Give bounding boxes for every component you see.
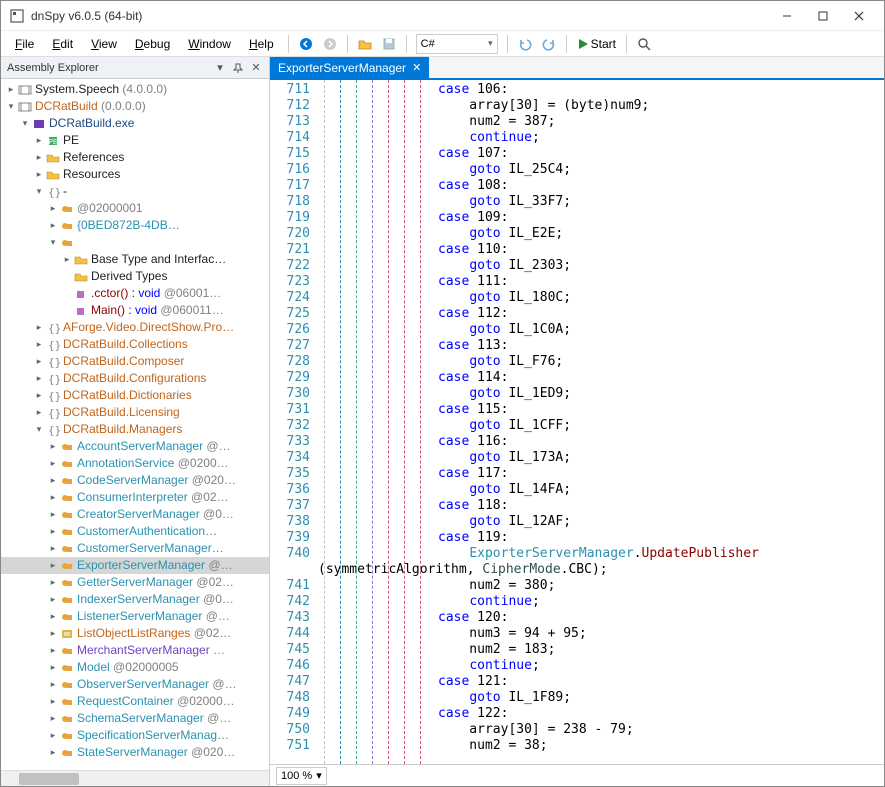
menu-bar: File Edit View Debug Window Help C# ▾ St… [1,31,884,57]
svg-text:{}: {} [48,322,60,334]
language-combo[interactable]: C# ▾ [416,34,498,54]
tree-item-r26[interactable]: ▸CustomerAuthentication… [1,523,269,540]
tree-item-r29[interactable]: ▸GetterServerManager @02… [1,574,269,591]
tree-item-ns-root[interactable]: ▾{}- [1,183,269,200]
panel-header: Assembly Explorer ▾ ✕ [1,57,269,79]
tree-item-r22[interactable]: ▸AnnotationService @0200… [1,455,269,472]
tree-item-dcratbuild[interactable]: ▾DCRatBuild (0.0.0.0) [1,98,269,115]
svg-text:{}: {} [48,339,60,351]
menu-window[interactable]: Window [180,34,239,54]
menu-debug[interactable]: Debug [127,34,178,54]
svg-text:{}: {} [48,390,60,402]
tree-item-r18[interactable]: ▸{}DCRatBuild.Dictionaries [1,387,269,404]
tree-item-r37[interactable]: ▸SchemaServerManager @… [1,710,269,727]
assembly-tree[interactable]: ▸System.Speech (4.0.0.0)▾DCRatBuild (0.0… [1,79,269,770]
tree-item-r39[interactable]: ▸StateServerManager @020… [1,744,269,761]
tree-item-references[interactable]: ▸References [1,149,269,166]
svg-text:{}: {} [48,424,60,436]
tree-item-r24[interactable]: ▸ConsumerInterpreter @02… [1,489,269,506]
tree-item-resources[interactable]: ▸Resources [1,166,269,183]
tree-item-r30[interactable]: ▸IndexerServerManager @0… [1,591,269,608]
chevron-down-icon: ▾ [488,38,493,49]
tree-item-pe[interactable]: ▸PEPE [1,132,269,149]
tree-item-r16[interactable]: ▸{}DCRatBuild.Composer [1,353,269,370]
menu-help[interactable]: Help [241,34,282,54]
svg-text:{}: {} [48,186,60,198]
nav-back-button[interactable] [295,33,317,55]
tree-item-r23[interactable]: ▸CodeServerManager @020… [1,472,269,489]
window-title: dnSpy v6.0.5 (64-bit) [31,9,770,23]
panel-close-icon[interactable]: ✕ [249,61,263,75]
code-text: case 106: array[30] = (byte)num9; num2 =… [438,80,884,764]
tree-item-r25[interactable]: ▸CreatorServerManager @0… [1,506,269,523]
pin-icon[interactable] [231,61,245,75]
svg-text:{}: {} [48,373,60,385]
svg-text:PE: PE [48,139,58,146]
zoom-value: 100 % [281,770,312,782]
svg-text:{}: {} [48,407,60,419]
panel-title: Assembly Explorer [7,62,99,74]
language-value: C# [421,38,435,50]
redo-button[interactable] [538,33,560,55]
tree-item-r17[interactable]: ▸{}DCRatBuild.Configurations [1,370,269,387]
tree-item-r14[interactable]: ▸{}AForge.Video.DirectShow.Pro… [1,319,269,336]
search-button[interactable] [633,33,655,55]
tab-label: ExporterServerManager [278,61,406,75]
tab-exporterservermanager[interactable]: ExporterServerManager ✕ [270,57,429,78]
tree-item-r19[interactable]: ▸{}DCRatBuild.Licensing [1,404,269,421]
panel-menu-icon[interactable]: ▾ [213,61,227,75]
menu-view[interactable]: View [83,34,125,54]
tree-item-main[interactable]: Main() : void @060011… [1,302,269,319]
close-button[interactable] [842,4,876,28]
play-icon [577,38,589,50]
horizontal-scrollbar[interactable] [1,770,269,786]
code-area[interactable]: 7117127137147157167177187197207217227237… [270,80,884,764]
tab-close-icon[interactable]: ✕ [412,61,421,74]
tree-item-r33[interactable]: ▸MerchantServerManager … [1,642,269,659]
tree-item-module2[interactable]: ▸{0BED872B-4DB… [1,217,269,234]
zoom-combo[interactable]: 100 % ▾ [276,767,327,785]
status-bar: 100 % ▾ [270,764,884,786]
start-button[interactable]: Start [573,33,620,55]
tree-item-r31[interactable]: ▸ListenerServerManager @… [1,608,269,625]
tree-item-r21[interactable]: ▸AccountServerManager @… [1,438,269,455]
undo-button[interactable] [514,33,536,55]
chevron-down-icon: ▾ [316,769,322,782]
title-bar: dnSpy v6.0.5 (64-bit) [1,1,884,31]
tree-item-r34[interactable]: ▸Model @02000005 [1,659,269,676]
minimize-button[interactable] [770,4,804,28]
tree-item-managers[interactable]: ▾{}DCRatBuild.Managers [1,421,269,438]
tree-item-r35[interactable]: ▸ObserverServerManager @… [1,676,269,693]
tree-item-privimpl[interactable]: ▾ [1,234,269,251]
app-icon [9,8,25,24]
tree-item-exe[interactable]: ▾DCRatBuild.exe [1,115,269,132]
tree-item-module1[interactable]: ▸ @02000001 [1,200,269,217]
indent-guides [318,80,438,764]
save-button[interactable] [378,33,400,55]
maximize-button[interactable] [806,4,840,28]
line-gutter: 7117127137147157167177187197207217227237… [270,80,318,764]
tree-item-r38[interactable]: ▸SpecificationServerManag… [1,727,269,744]
tree-item-cctor[interactable]: .cctor() : void @06001… [1,285,269,302]
tree-item-derived[interactable]: Derived Types [1,268,269,285]
code-editor: ExporterServerManager ✕ 7117127137147157… [270,57,884,786]
tab-strip: ExporterServerManager ✕ [270,57,884,80]
svg-text:{}: {} [48,356,60,368]
menu-file[interactable]: File [7,34,42,54]
menu-edit[interactable]: Edit [44,34,81,54]
tree-item-system-speech[interactable]: ▸System.Speech (4.0.0.0) [1,81,269,98]
tree-item-r32[interactable]: ▸ListObjectListRanges @02… [1,625,269,642]
tree-item-r36[interactable]: ▸RequestContainer @02000… [1,693,269,710]
tree-item-r27[interactable]: ▸CustomerServerManager… [1,540,269,557]
open-button[interactable] [354,33,376,55]
assembly-explorer-panel: Assembly Explorer ▾ ✕ ▸System.Speech (4.… [1,57,270,786]
tree-item-basetype[interactable]: ▸Base Type and Interfac… [1,251,269,268]
tree-item-r28[interactable]: ▸ExporterServerManager @… [1,557,269,574]
nav-forward-button[interactable] [319,33,341,55]
tree-item-r15[interactable]: ▸{}DCRatBuild.Collections [1,336,269,353]
